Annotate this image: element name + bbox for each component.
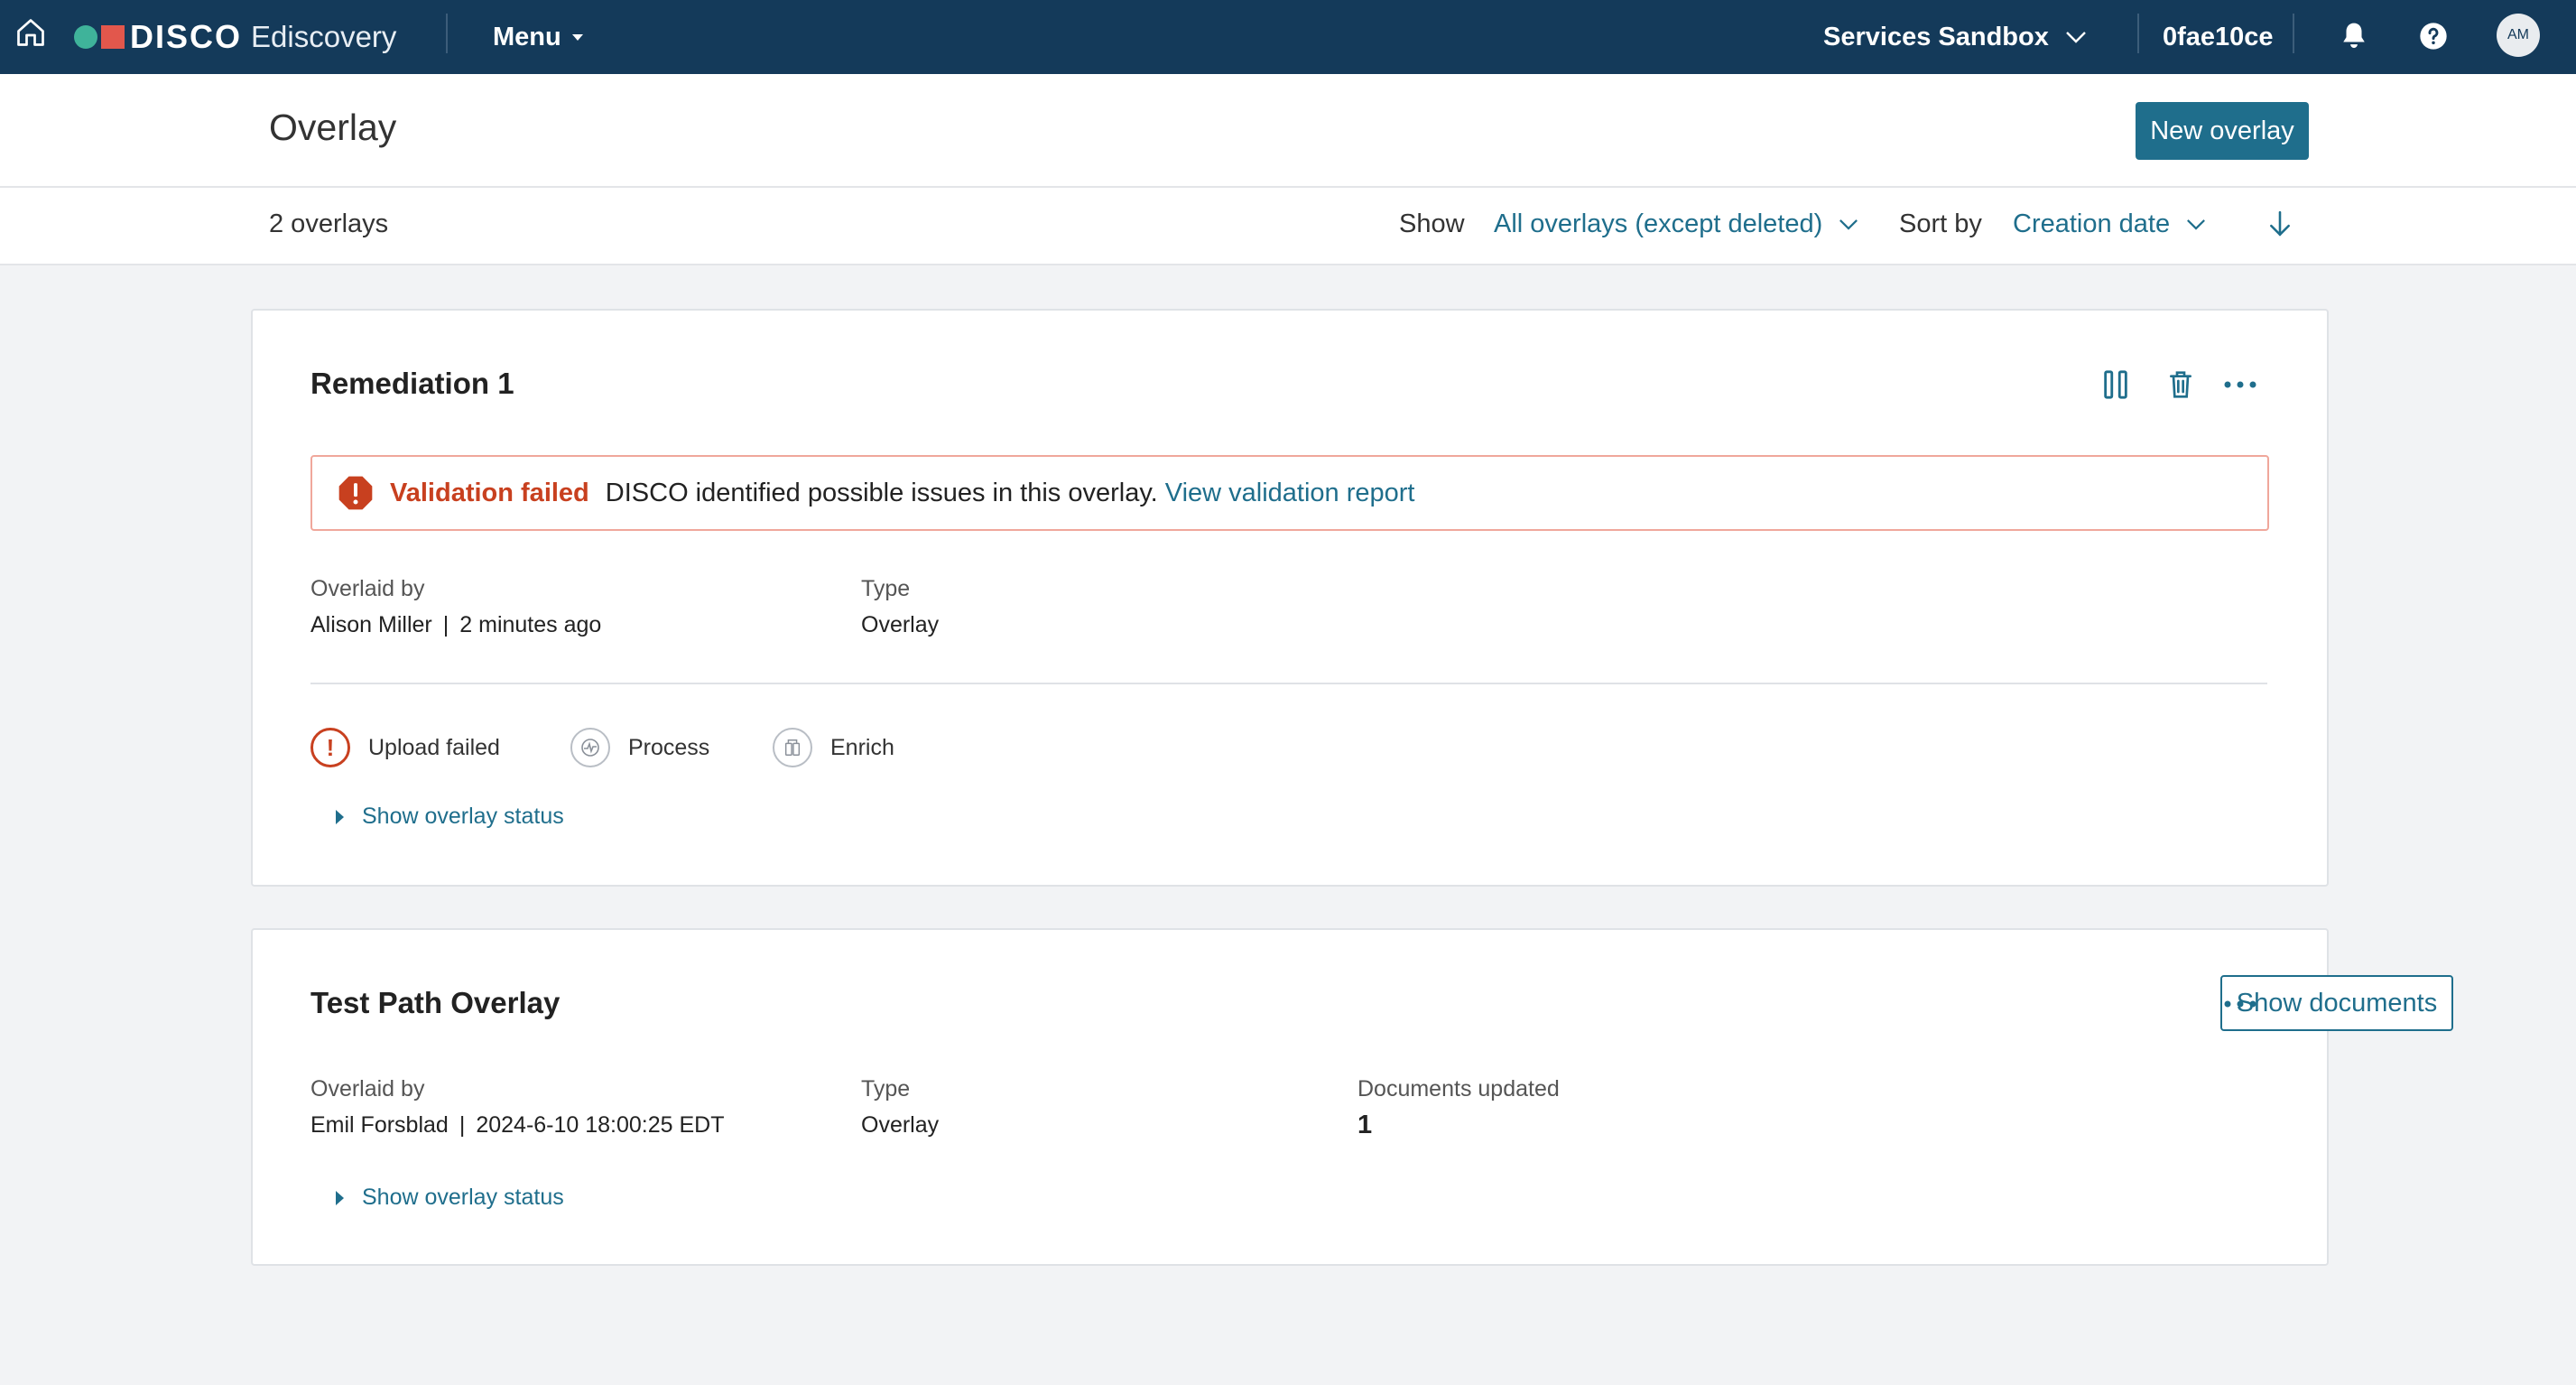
process-icon bbox=[570, 728, 610, 767]
chevron-down-icon bbox=[2187, 219, 2206, 230]
overlay-count: 2 overlays bbox=[269, 209, 389, 238]
show-overlay-status-toggle[interactable]: Show overlay status bbox=[336, 1185, 564, 1211]
show-label: Show bbox=[1399, 209, 1465, 238]
home-icon[interactable] bbox=[14, 16, 47, 49]
step-label: Process bbox=[628, 734, 710, 760]
case-id[interactable]: 0fae10ce bbox=[2163, 0, 2274, 74]
nav-divider bbox=[2137, 14, 2139, 53]
type-value: Overlay bbox=[861, 1112, 940, 1138]
nav-divider bbox=[2293, 14, 2294, 53]
sort-label: Sort by bbox=[1899, 209, 1982, 238]
logo-brand-text: DISCO bbox=[130, 18, 243, 55]
alert-message: DISCO identified possible issues in this… bbox=[605, 478, 1158, 507]
documents-updated-value: 1 bbox=[1357, 1111, 1373, 1139]
new-overlay-button[interactable]: New overlay bbox=[2136, 102, 2309, 160]
view-validation-report-link[interactable]: View validation report bbox=[1165, 479, 1415, 508]
notifications-bell-icon[interactable] bbox=[2334, 16, 2374, 56]
caret-right-icon bbox=[336, 809, 344, 824]
user-avatar[interactable]: AM bbox=[2497, 14, 2540, 57]
caret-down-icon bbox=[571, 33, 583, 41]
overlaid-by-user: Alison Miller bbox=[310, 612, 432, 637]
show-filter-value: All overlays (except deleted) bbox=[1494, 209, 1823, 238]
menu-label: Menu bbox=[493, 22, 561, 51]
validation-alert: Validation failed DISCO identified possi… bbox=[310, 455, 2269, 531]
separator: | bbox=[442, 612, 449, 637]
step-upload: ! Upload failed bbox=[310, 728, 500, 767]
separator: | bbox=[459, 1112, 466, 1138]
documents-updated-label: Documents updated bbox=[1357, 1076, 1560, 1101]
more-options-icon[interactable] bbox=[2220, 984, 2260, 1024]
sort-direction-arrow-down-icon[interactable] bbox=[2264, 208, 2296, 240]
help-icon[interactable] bbox=[2414, 16, 2453, 56]
overlay-name: Test Path Overlay bbox=[310, 986, 561, 1019]
trash-icon[interactable] bbox=[2161, 365, 2201, 404]
overlaid-time: 2 minutes ago bbox=[459, 612, 602, 637]
workspace-name: Services Sandbox bbox=[1823, 22, 2049, 51]
error-octagon-icon bbox=[338, 476, 373, 510]
top-navigation-bar: DISCO Ediscovery Menu Services Sandbox 0… bbox=[0, 0, 2576, 74]
step-label: Enrich bbox=[830, 734, 894, 760]
more-options-icon[interactable] bbox=[2220, 365, 2260, 404]
show-filter-dropdown[interactable]: All overlays (except deleted) bbox=[1494, 209, 1858, 239]
page-header: Overlay New overlay bbox=[0, 74, 2576, 188]
overlaid-by-value: Emil Forsblad | 2024-6-10 18:00:25 EDT bbox=[310, 1112, 725, 1139]
step-enrich: Enrich bbox=[773, 728, 894, 767]
overlay-name: Remediation 1 bbox=[310, 367, 514, 400]
toggle-label: Show overlay status bbox=[362, 1185, 564, 1210]
caret-right-icon bbox=[336, 1190, 344, 1205]
enrich-icon bbox=[773, 728, 812, 767]
overlaid-by-user: Emil Forsblad bbox=[310, 1112, 449, 1138]
overlay-card: Test Path Overlay Show documents Overlai… bbox=[251, 928, 2453, 1266]
type-label: Type bbox=[861, 1076, 911, 1101]
divider bbox=[310, 683, 2267, 684]
step-label: Upload failed bbox=[368, 734, 500, 760]
show-overlay-status-toggle[interactable]: Show overlay status bbox=[336, 804, 564, 830]
nav-divider bbox=[446, 14, 448, 53]
chevron-down-icon bbox=[1839, 219, 1858, 230]
page-title: Overlay bbox=[269, 107, 397, 148]
disco-logo[interactable]: DISCO Ediscovery bbox=[74, 0, 396, 74]
sort-value: Creation date bbox=[2013, 209, 2171, 238]
alert-title: Validation failed bbox=[390, 478, 589, 507]
sort-dropdown[interactable]: Creation date bbox=[2013, 209, 2206, 239]
overlaid-by-label: Overlaid by bbox=[310, 576, 425, 601]
overlay-card: Remediation 1 Validation failed DISCO id… bbox=[251, 309, 2329, 887]
logo-square-icon bbox=[101, 25, 125, 49]
type-value: Overlay bbox=[861, 612, 940, 637]
pause-icon[interactable] bbox=[2096, 365, 2136, 404]
workspace-selector[interactable]: Services Sandbox bbox=[1823, 0, 2087, 74]
logo-product-text: Ediscovery bbox=[251, 20, 397, 53]
chevron-down-icon bbox=[2065, 32, 2086, 43]
overlaid-by-value: Alison Miller | 2 minutes ago bbox=[310, 612, 601, 638]
menu-button[interactable]: Menu bbox=[493, 0, 583, 74]
type-label: Type bbox=[861, 576, 911, 601]
error-icon: ! bbox=[310, 728, 350, 767]
overlaid-by-label: Overlaid by bbox=[310, 1076, 425, 1101]
filter-bar: 2 overlays Show All overlays (except del… bbox=[0, 188, 2576, 265]
overlaid-time: 2024-6-10 18:00:25 EDT bbox=[476, 1112, 725, 1138]
toggle-label: Show overlay status bbox=[362, 804, 564, 829]
step-process: Process bbox=[570, 728, 709, 767]
logo-dot-icon bbox=[74, 25, 97, 49]
